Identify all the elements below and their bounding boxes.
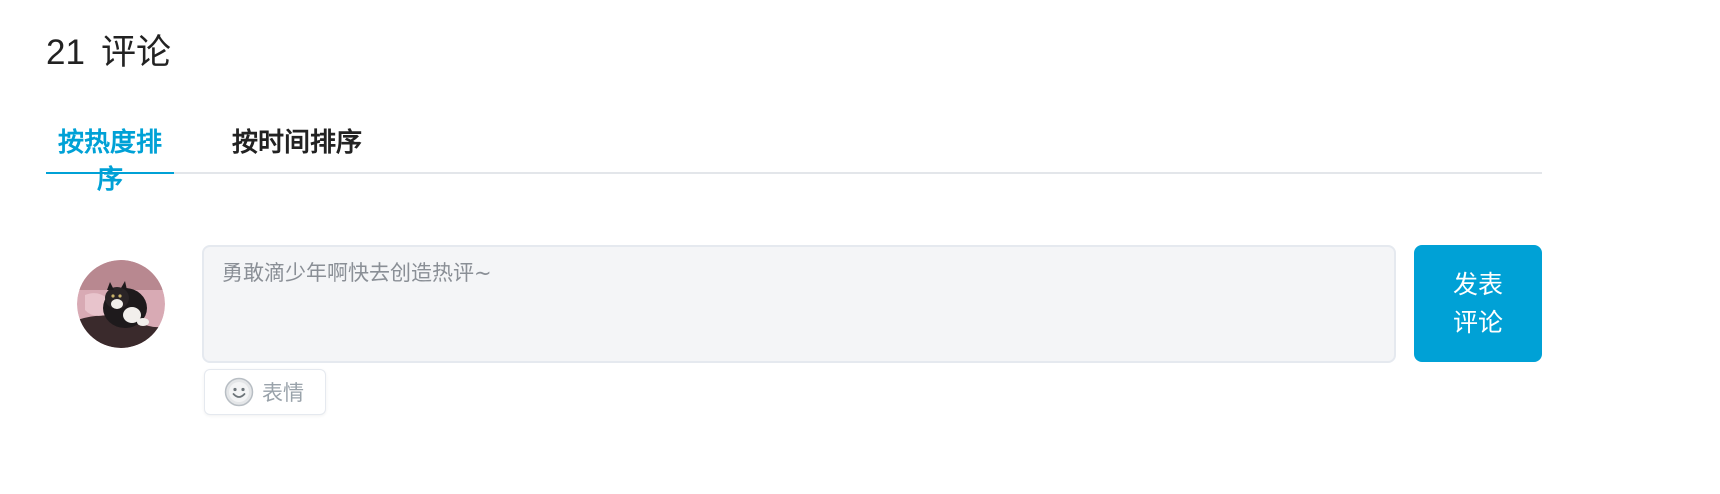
- tab-sort-by-time[interactable]: 按时间排序: [232, 122, 362, 172]
- comment-header: 21 评论: [46, 24, 171, 75]
- comment-count: 21: [46, 33, 85, 72]
- post-comment-button[interactable]: 发表 评论: [1414, 245, 1542, 362]
- emoji-button-label: 表情: [262, 381, 304, 405]
- avatar[interactable]: [77, 260, 165, 348]
- emoji-button[interactable]: 表情: [204, 369, 326, 415]
- sort-tabs: 按热度排序 按时间排序: [46, 112, 1542, 195]
- active-tab-caret-icon: [105, 169, 115, 174]
- comment-input[interactable]: [204, 247, 1394, 361]
- user-avatar-cat-icon: [77, 260, 165, 348]
- comment-input-box: [202, 245, 1396, 363]
- comment-section: 21 评论 按热度排序 按时间排序 勇敢滴少年啊快去创造热评~ 发表 评论 表情: [0, 0, 1720, 494]
- post-comment-label-line1: 发表: [1452, 269, 1503, 299]
- active-tab-indicator: [46, 169, 174, 174]
- post-comment-label-line2: 评论: [1452, 307, 1503, 337]
- smiley-face-icon: [224, 377, 254, 407]
- tab-sort-by-hot[interactable]: 按热度排序: [46, 122, 174, 195]
- comment-title: 评论: [100, 33, 171, 73]
